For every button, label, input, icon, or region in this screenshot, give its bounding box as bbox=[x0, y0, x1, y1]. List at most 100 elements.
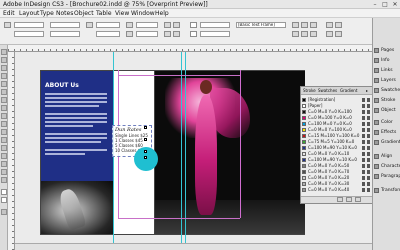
dock-item-transform[interactable]: Transform bbox=[373, 186, 400, 195]
reference-point-icon[interactable] bbox=[4, 22, 11, 28]
column-guide[interactable] bbox=[181, 52, 182, 243]
dock-item-paragraph[interactable]: Paragraph bbox=[373, 172, 400, 181]
menu-notes[interactable]: Notes bbox=[56, 9, 73, 18]
frame-handle[interactable] bbox=[144, 126, 147, 129]
tab-gradient[interactable]: Gradient bbox=[340, 87, 357, 95]
free-transform-tool-icon[interactable] bbox=[1, 137, 7, 143]
select-content-icon[interactable] bbox=[173, 31, 180, 37]
new-color-group-icon[interactable] bbox=[337, 197, 343, 202]
pencil-tool-icon[interactable] bbox=[1, 97, 7, 103]
center-content-icon[interactable] bbox=[310, 31, 317, 37]
menu-edit[interactable]: Edit bbox=[3, 9, 15, 18]
dock-item-info[interactable]: Info bbox=[373, 56, 400, 65]
panel-menu-icon[interactable]: ▸ bbox=[366, 87, 368, 95]
constrain-icon[interactable] bbox=[86, 22, 93, 28]
dock-item-layers[interactable]: Layers bbox=[373, 76, 400, 85]
page-tool-icon[interactable] bbox=[1, 65, 7, 71]
select-container-icon[interactable] bbox=[164, 31, 171, 37]
swatches-icon bbox=[374, 88, 379, 93]
menu-window[interactable]: Window bbox=[131, 9, 155, 18]
stroke-icon[interactable] bbox=[1, 197, 7, 203]
shear-icon[interactable] bbox=[126, 31, 133, 37]
stroke-weight-field[interactable] bbox=[200, 22, 230, 28]
menu-view[interactable]: View bbox=[115, 9, 129, 18]
panel-menu-icon[interactable] bbox=[335, 31, 342, 37]
rotate-icon[interactable] bbox=[126, 22, 133, 28]
frame-handle[interactable] bbox=[144, 138, 147, 141]
close-icon[interactable]: ✕ bbox=[390, 1, 400, 8]
text-wrap-icon[interactable] bbox=[292, 22, 299, 28]
dock-item-stroke[interactable]: Stroke bbox=[373, 96, 400, 105]
rectangle-tool-icon[interactable] bbox=[1, 121, 7, 127]
new-swatch-icon[interactable] bbox=[346, 197, 352, 202]
dock-item-pages[interactable]: Pages bbox=[373, 46, 400, 55]
rotate-field[interactable] bbox=[136, 22, 158, 28]
gradient-tool-icon[interactable] bbox=[1, 145, 7, 151]
pen-tool-icon[interactable] bbox=[1, 81, 7, 87]
rectangle-frame-tool-icon[interactable] bbox=[1, 113, 7, 119]
delete-swatch-icon[interactable] bbox=[355, 197, 361, 202]
fill-swatch-icon[interactable] bbox=[190, 22, 197, 28]
frame-handle[interactable] bbox=[144, 156, 147, 159]
menu-help[interactable]: Help bbox=[155, 9, 169, 18]
menu-table[interactable]: Table bbox=[96, 9, 112, 18]
minimize-icon[interactable]: – bbox=[370, 1, 380, 8]
y-field[interactable] bbox=[14, 31, 44, 37]
drop-shadow-icon[interactable] bbox=[326, 22, 333, 28]
view-mode-icon[interactable] bbox=[1, 209, 7, 215]
stroke-type-field[interactable] bbox=[200, 31, 230, 37]
column-guide[interactable] bbox=[185, 52, 186, 243]
scale-x-field[interactable] bbox=[96, 22, 120, 28]
menu-layout[interactable]: Layout bbox=[19, 9, 39, 18]
menu-object[interactable]: Object bbox=[74, 9, 94, 18]
swatch-type-icon bbox=[362, 176, 370, 180]
bw-dancer-photo[interactable] bbox=[41, 181, 113, 234]
vertical-ruler[interactable] bbox=[8, 52, 15, 250]
dock-item-gradient[interactable]: Gradient bbox=[373, 138, 400, 147]
text-wrap-jump-icon[interactable] bbox=[310, 22, 317, 28]
object-style-field[interactable]: [Basic Text Frame] bbox=[236, 22, 286, 28]
dock-item-links[interactable]: Links bbox=[373, 66, 400, 75]
swatch-row[interactable]: C=0 M=0 Y=0 K=40 bbox=[302, 187, 371, 193]
flip-vertical-icon[interactable] bbox=[173, 22, 180, 28]
stroke-swatch-icon[interactable] bbox=[190, 31, 197, 37]
width-field[interactable] bbox=[50, 22, 80, 28]
horizontal-ruler[interactable] bbox=[8, 45, 372, 52]
selection-tool-icon[interactable] bbox=[1, 49, 7, 55]
dock-item-align[interactable]: Align bbox=[373, 152, 400, 161]
scale-y-field[interactable] bbox=[96, 31, 120, 37]
zoom-tool-icon[interactable] bbox=[1, 177, 7, 183]
tab-stroke[interactable]: Stroke bbox=[303, 87, 316, 95]
tab-swatches[interactable]: Swatches bbox=[318, 87, 337, 95]
dock-item-character[interactable]: Character bbox=[373, 162, 400, 171]
shear-field[interactable] bbox=[136, 31, 158, 37]
fit-content-icon[interactable] bbox=[292, 31, 299, 37]
gap-tool-icon[interactable] bbox=[1, 73, 7, 79]
direct-selection-tool-icon[interactable] bbox=[1, 57, 7, 63]
fit-frame-icon[interactable] bbox=[301, 31, 308, 37]
eyedropper-tool-icon[interactable] bbox=[1, 161, 7, 167]
type-tool-icon[interactable] bbox=[1, 89, 7, 95]
height-field[interactable] bbox=[50, 31, 80, 37]
swatch-chip bbox=[302, 188, 306, 192]
x-field[interactable] bbox=[14, 22, 44, 28]
swatch-chip bbox=[302, 116, 306, 120]
dock-item-swatches[interactable]: Swatches bbox=[373, 86, 400, 95]
swatch-chip bbox=[302, 158, 306, 162]
menu-type[interactable]: Type bbox=[40, 9, 54, 18]
dock-item-color[interactable]: Color bbox=[373, 118, 400, 127]
dock-item-object[interactable]: Object bbox=[373, 106, 400, 115]
note-tool-icon[interactable] bbox=[1, 153, 7, 159]
line-tool-icon[interactable] bbox=[1, 105, 7, 111]
frame-handle[interactable] bbox=[144, 150, 147, 153]
text-wrap-around-icon[interactable] bbox=[301, 22, 308, 28]
maximize-icon[interactable]: □ bbox=[380, 1, 390, 8]
dock-item-effects[interactable]: Effects bbox=[373, 128, 400, 137]
scissors-tool-icon[interactable] bbox=[1, 129, 7, 135]
effects-icon[interactable] bbox=[335, 22, 342, 28]
fill-icon[interactable] bbox=[1, 189, 7, 195]
about-heading[interactable]: ABOUT Us bbox=[45, 82, 79, 89]
hand-tool-icon[interactable] bbox=[1, 169, 7, 175]
opacity-icon[interactable] bbox=[326, 31, 333, 37]
flip-horizontal-icon[interactable] bbox=[164, 22, 171, 28]
